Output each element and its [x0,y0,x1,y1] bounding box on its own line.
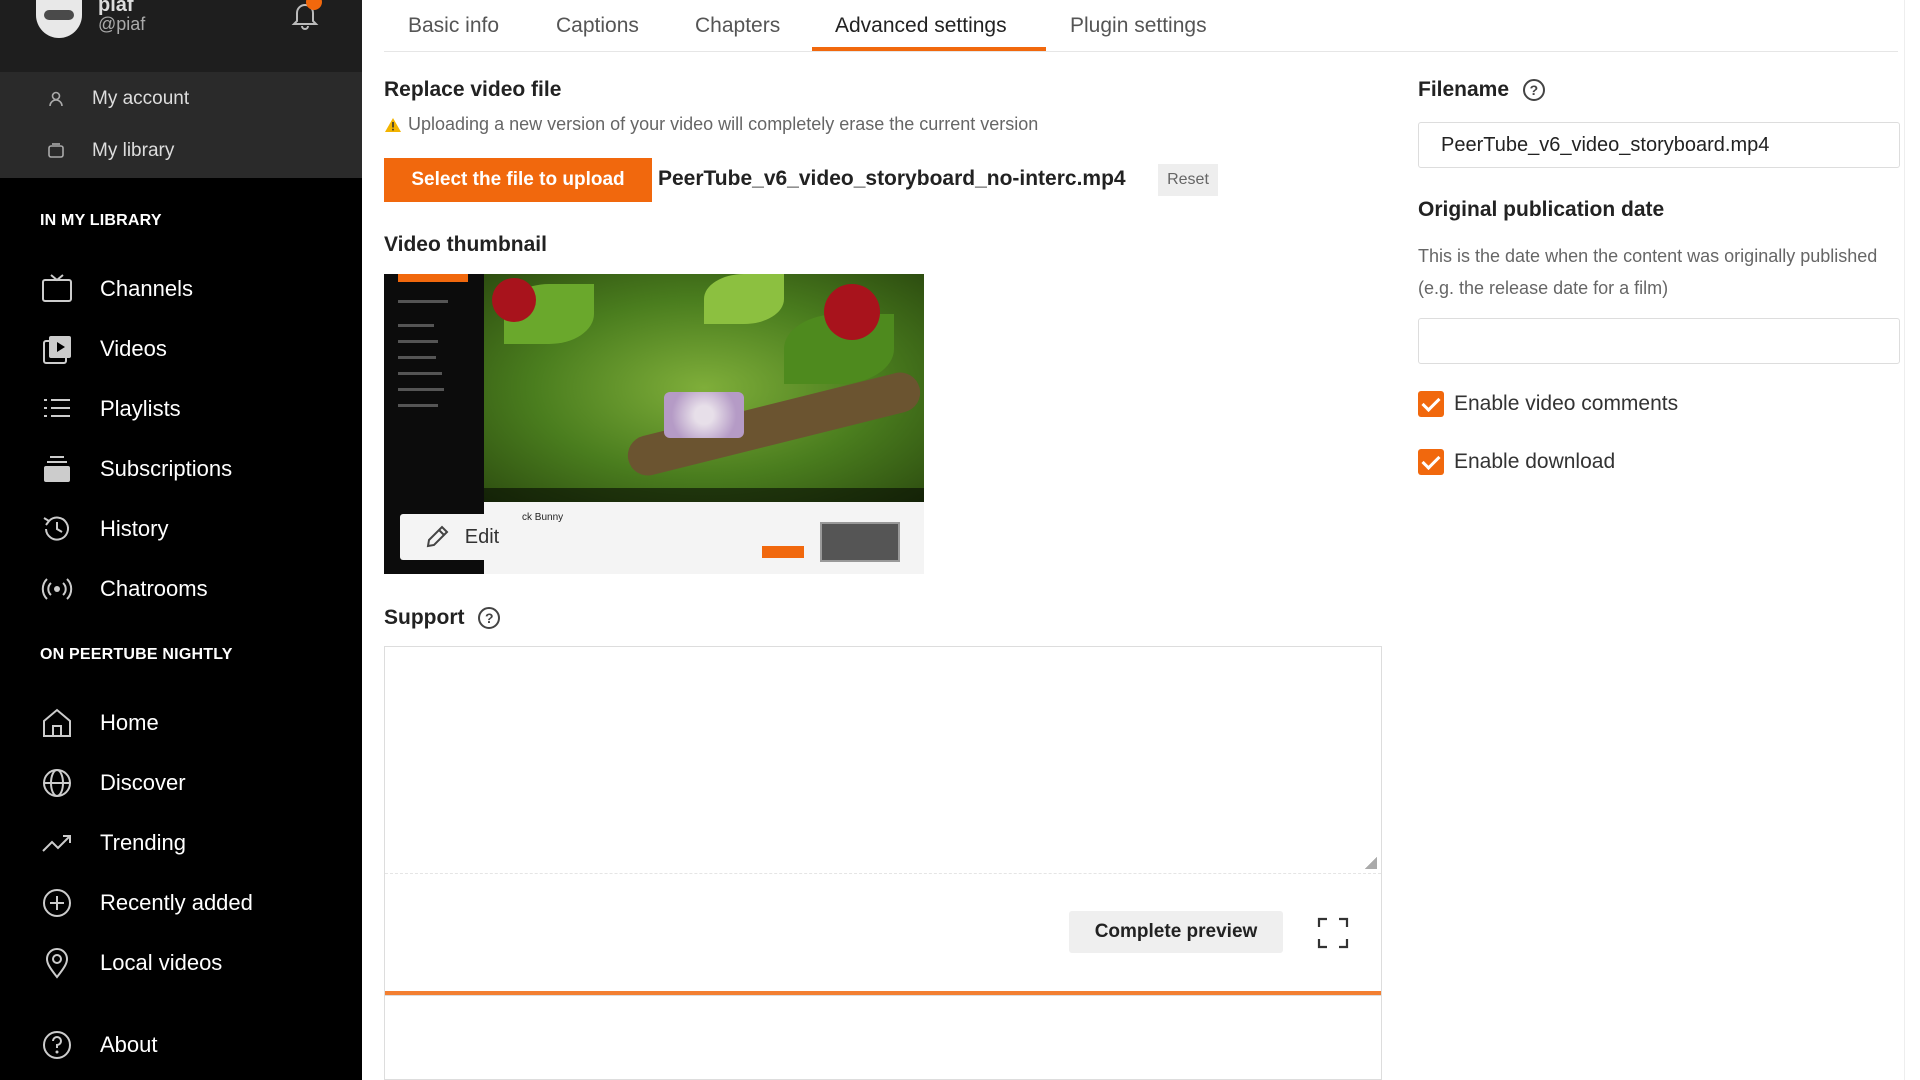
sidebar-item-label: Home [100,710,159,735]
thumbnail-page-lower: ck Bunny [484,502,924,574]
user-handle: @piaf [98,14,146,34]
select-file-button[interactable]: Select the file to upload [384,158,652,202]
sidebar-item-label: Subscriptions [100,456,233,481]
sidebar-item-local-videos[interactable]: Local videos [40,943,340,983]
videos-icon [43,336,71,364]
sidebar-item-playlists[interactable]: Playlists [40,389,340,429]
trending-icon [42,835,71,852]
menu-item-label: My account [92,88,190,109]
sidebar-item-label: Local videos [100,950,223,975]
section-title-instance: ON PEERTUBE NIGHTLY [40,646,233,663]
plus-circle-icon [43,889,71,917]
library-icon [48,143,64,158]
sidebar-item-videos[interactable]: Videos [40,329,340,369]
globe-icon [43,769,71,797]
user-icon [49,91,63,107]
tab-advanced-settings[interactable]: Advanced settings [835,14,1007,38]
filename-title-text: Filename [1418,78,1510,101]
thumbnail-player-bar [484,488,924,502]
fullscreen-icon[interactable] [1315,915,1351,951]
warning-text: Uploading a new version of your video wi… [408,114,1039,134]
tab-chapters[interactable]: Chapters [695,14,780,38]
sidebar-item-label: About [100,1032,158,1057]
sidebar-item-label: Playlists [100,396,181,421]
thumbnail-title: Video thumbnail [384,233,547,256]
filename-input[interactable] [1418,122,1900,168]
publication-date-input[interactable] [1418,318,1900,364]
menu-item-my-account[interactable]: My account [46,82,189,116]
chatrooms-icon [41,578,73,600]
scrollbar[interactable] [1904,0,1920,1080]
menu-item-my-library[interactable]: My library [46,134,174,168]
checkbox-label: Enable video comments [1454,392,1679,415]
replace-warning: Uploading a new version of your video wi… [384,114,1038,135]
support-title: Support ? [384,606,501,630]
selected-file-name: PeerTube_v6_video_storyboard_no-interc.m… [658,167,1126,190]
help-icon[interactable]: ? [478,607,501,630]
support-preview-area [384,996,1382,1080]
tab-bar: Basic info Captions Chapters Advanced se… [384,0,1898,52]
checkbox-checked[interactable] [1418,391,1444,417]
reset-button[interactable]: Reset [1158,164,1218,196]
edit-label: Edit [464,525,500,548]
sidebar-item-history[interactable]: History [40,509,340,549]
sidebar-item-trending[interactable]: Trending [40,823,340,863]
editor-divider [385,873,1381,874]
checkbox-checked[interactable] [1418,449,1444,475]
section-title-library: IN MY LIBRARY [40,212,162,229]
help-icon[interactable]: ? [1522,79,1545,102]
sidebar: piaf @piaf My account My library IN MY L… [0,0,362,1080]
support-editor[interactable]: Complete preview [384,646,1382,996]
enable-comments-checkbox[interactable]: Enable video comments [1418,389,1678,419]
avatar[interactable] [36,0,82,38]
resize-handle[interactable] [1365,857,1377,869]
sidebar-item-label: History [100,516,169,541]
publication-date-title: Original publication date [1418,198,1665,221]
sidebar-item-chatrooms[interactable]: Chatrooms [40,569,340,609]
sidebar-item-label: Videos [100,336,167,361]
sidebar-item-label: Channels [100,276,193,301]
warning-icon [385,117,401,132]
home-icon [43,708,71,737]
tab-basic-info[interactable]: Basic info [408,14,499,38]
support-title-text: Support [384,606,465,629]
sidebar-item-recently-added[interactable]: Recently added [40,883,340,923]
sidebar-item-discover[interactable]: Discover [40,763,340,803]
sidebar-item-label: Discover [100,770,186,795]
channels-icon [42,274,72,302]
editor-focus-line [385,991,1381,995]
account-menu: My account My library [0,72,362,178]
sidebar-item-about[interactable]: About [40,1025,340,1065]
thumbnail-video-frame [484,274,924,502]
tab-plugin-settings[interactable]: Plugin settings [1070,14,1207,38]
tab-captions[interactable]: Captions [556,14,639,38]
active-tab-indicator [812,47,1046,51]
menu-item-label: My library [92,140,175,161]
sidebar-item-label: Chatrooms [100,576,208,601]
checkbox-label: Enable download [1454,450,1616,473]
enable-download-checkbox[interactable]: Enable download [1418,447,1615,477]
sidebar-item-label: Trending [100,830,187,855]
thumbnail-inner-title: ck Bunny [522,512,564,523]
pencil-icon [426,525,449,548]
sidebar-item-subscriptions[interactable]: Subscriptions [40,449,340,489]
publication-date-help: This is the date when the content was or… [1418,246,1878,298]
history-icon [43,516,69,541]
playlists-icon [44,399,70,417]
replace-file-title: Replace video file [384,78,562,101]
sidebar-item-label: Recently added [100,890,253,915]
user-block[interactable]: piaf @piaf [0,0,362,72]
edit-thumbnail-button[interactable]: Edit [400,514,522,560]
complete-preview-button[interactable]: Complete preview [1069,911,1283,953]
filename-title: Filename ? [1418,78,1545,102]
sidebar-item-channels[interactable]: Channels [40,269,340,309]
location-icon [45,948,69,979]
sidebar-item-home[interactable]: Home [40,703,340,743]
help-circle-icon [43,1031,71,1059]
subscriptions-icon [44,456,70,482]
